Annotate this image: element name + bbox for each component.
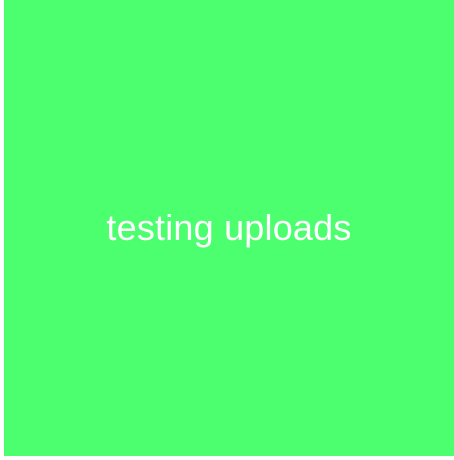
tile-caption: testing uploads (106, 207, 352, 248)
image-tile: testing uploads (4, 0, 454, 456)
